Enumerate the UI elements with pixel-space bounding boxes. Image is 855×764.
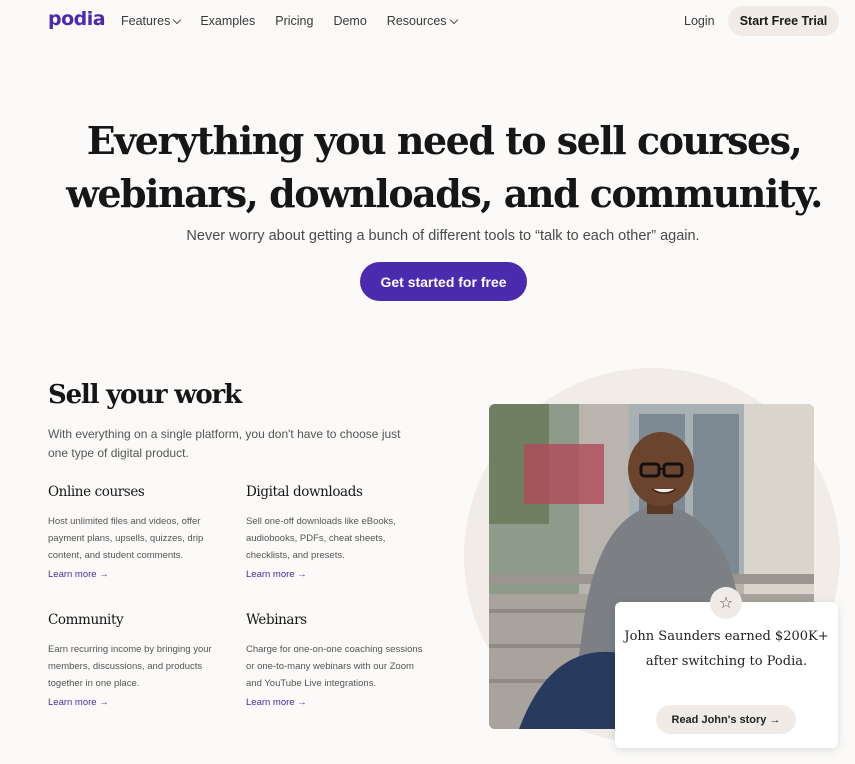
feature-description: Charge for one-on-one coaching sessions … <box>246 644 423 689</box>
nav-link-label: Resources <box>386 14 447 28</box>
nav-link-pricing[interactable]: Pricing <box>275 14 313 28</box>
login-link[interactable]: Login <box>684 14 715 28</box>
nav-link-demo[interactable]: Demo <box>333 14 366 28</box>
learn-more-link[interactable]: Learn more → <box>246 569 307 580</box>
nav-link-label: Examples <box>200 14 256 28</box>
customer-story-text: John Saunders earned $200K+ after switch… <box>624 629 829 669</box>
get-started-button[interactable]: Get started for free <box>360 262 527 301</box>
feature-community: Community Earn recurring income by bring… <box>48 612 226 710</box>
feature-description: Host unlimited files and videos, offer p… <box>48 516 204 561</box>
learn-more-link[interactable]: Learn more → <box>246 697 307 708</box>
feature-online-courses: Online courses Host unlimited files and … <box>48 484 223 582</box>
feature-webinars: Webinars Charge for one-on-one coaching … <box>246 612 426 710</box>
hero-subtitle: Never worry about getting a bunch of dif… <box>186 228 700 244</box>
podia-logo[interactable]: podia <box>48 8 106 30</box>
learn-more-link[interactable]: Learn more → <box>48 569 109 580</box>
nav-link-resources[interactable]: Resources <box>386 14 458 28</box>
learn-more-link[interactable]: Learn more → <box>48 697 109 708</box>
nav-link-examples[interactable]: Examples <box>200 14 255 28</box>
top-nav: podia Features Examples Pricing Demo Res… <box>0 0 855 42</box>
feature-digital-downloads: Digital downloads Sell one-off downloads… <box>246 484 426 582</box>
start-free-trial-button[interactable]: Start Free Trial <box>728 6 839 36</box>
hero-title-line-2: webinars, downloads, and community. <box>66 171 823 216</box>
nav-link-label: Features <box>121 14 171 28</box>
feature-title: Online courses <box>48 484 145 500</box>
read-story-button[interactable]: Read John's story → <box>656 705 796 734</box>
feature-title: Digital downloads <box>246 484 363 500</box>
hero-title: Everything you need to sell courses, web… <box>0 114 855 220</box>
hero-title-line-1: Everything you need to sell courses, <box>86 118 803 163</box>
nav-link-label: Demo <box>333 14 367 28</box>
nav-link-features[interactable]: Features <box>121 14 182 28</box>
feature-title: Webinars <box>246 612 307 628</box>
nav-link-label: Pricing <box>275 14 314 28</box>
sell-section-title: Sell your work <box>48 380 242 410</box>
nav-links: Features Examples Pricing Demo Resources <box>121 14 477 28</box>
chevron-down-icon <box>449 15 458 24</box>
feature-description: Sell one-off downloads like eBooks, audi… <box>246 516 396 561</box>
star-icon: ☆ <box>710 587 742 619</box>
sell-section-description: With everything on a single platform, yo… <box>48 427 401 460</box>
feature-title: Community <box>48 612 124 628</box>
feature-description: Earn recurring income by bringing your m… <box>48 644 212 689</box>
chevron-down-icon <box>173 15 182 24</box>
